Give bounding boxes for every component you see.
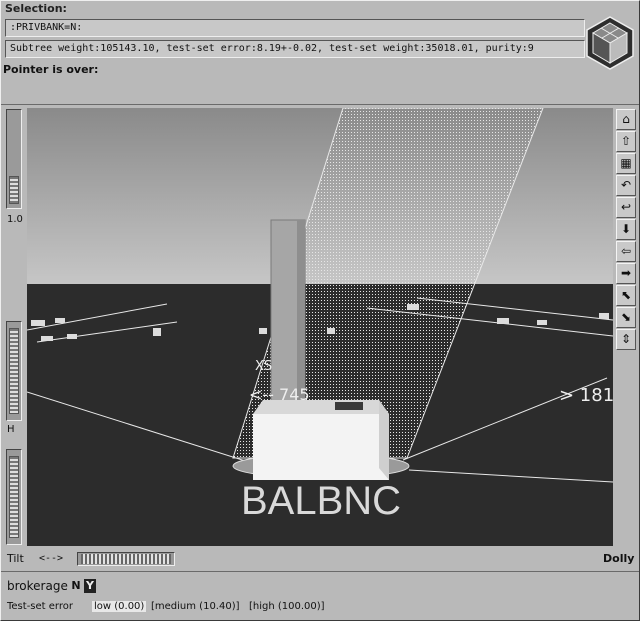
error-option-medium[interactable]: [medium (10.40)] bbox=[151, 601, 240, 612]
home-icon[interactable]: ⌂ bbox=[616, 109, 636, 130]
app-window: Selection: :PRIVBANK=N: Subtree weight:1… bbox=[0, 0, 640, 621]
option-y-button[interactable]: Y bbox=[84, 579, 96, 593]
tilt-slider[interactable] bbox=[77, 552, 175, 566]
down-arrow-icon[interactable]: ⬇ bbox=[616, 219, 636, 240]
up-left-arrow-icon[interactable]: ⬉ bbox=[616, 285, 636, 306]
attribute-label: brokerage bbox=[7, 579, 68, 593]
tree-3d-viewport[interactable]: <-- 745 > 181 XS BALBNC bbox=[27, 108, 613, 546]
dolly-label: Dolly bbox=[603, 552, 635, 565]
error-option-low[interactable]: low (0.00) bbox=[92, 601, 147, 612]
xs-label: XS bbox=[255, 359, 272, 374]
error-option-high[interactable]: [high (100.00)] bbox=[249, 601, 325, 612]
left-arrow-icon[interactable]: ⇦ bbox=[616, 241, 636, 262]
view-toolbar: ⌂ ⇧ ▦ ↶ ↩ ⬇ ⇦ ➡ ⬉ ⬊ ⇕ bbox=[616, 109, 636, 351]
node-box[interactable] bbox=[253, 414, 389, 480]
subtree-info-field: Subtree weight:105143.10, test-set error… bbox=[5, 40, 585, 58]
undo-icon[interactable]: ↶ bbox=[616, 175, 636, 196]
tilt-label: Tilt bbox=[7, 552, 24, 565]
header-divider bbox=[1, 104, 639, 105]
right-arrow-icon[interactable]: ➡ bbox=[616, 263, 636, 284]
node-title: BALBNC bbox=[241, 479, 401, 523]
down-right-arrow-icon[interactable]: ⬊ bbox=[616, 307, 636, 328]
right-split-label: > 181 bbox=[559, 385, 613, 406]
error-label: Test-set error bbox=[7, 601, 73, 612]
scale-slider[interactable] bbox=[6, 109, 22, 209]
option-n-button[interactable]: N bbox=[70, 579, 82, 593]
app-logo-icon bbox=[586, 16, 634, 70]
home-up-icon[interactable]: ⇧ bbox=[616, 131, 636, 152]
up-down-arrow-icon[interactable]: ⇕ bbox=[616, 329, 636, 350]
height-label: H bbox=[7, 424, 15, 435]
grid-icon[interactable]: ▦ bbox=[616, 153, 636, 174]
pointer-label: Pointer is over: bbox=[3, 63, 99, 76]
tilt-arrows: <--> bbox=[39, 553, 64, 564]
bottom-divider bbox=[1, 571, 639, 572]
selection-label: Selection: bbox=[5, 2, 67, 15]
back-icon[interactable]: ↩ bbox=[616, 197, 636, 218]
zoom-slider[interactable] bbox=[6, 449, 22, 545]
scale-value-label: 1.0 bbox=[7, 214, 23, 225]
selection-field[interactable]: :PRIVBANK=N: bbox=[5, 19, 585, 37]
height-slider[interactable] bbox=[6, 321, 22, 421]
left-split-label: <-- 745 bbox=[249, 385, 310, 404]
